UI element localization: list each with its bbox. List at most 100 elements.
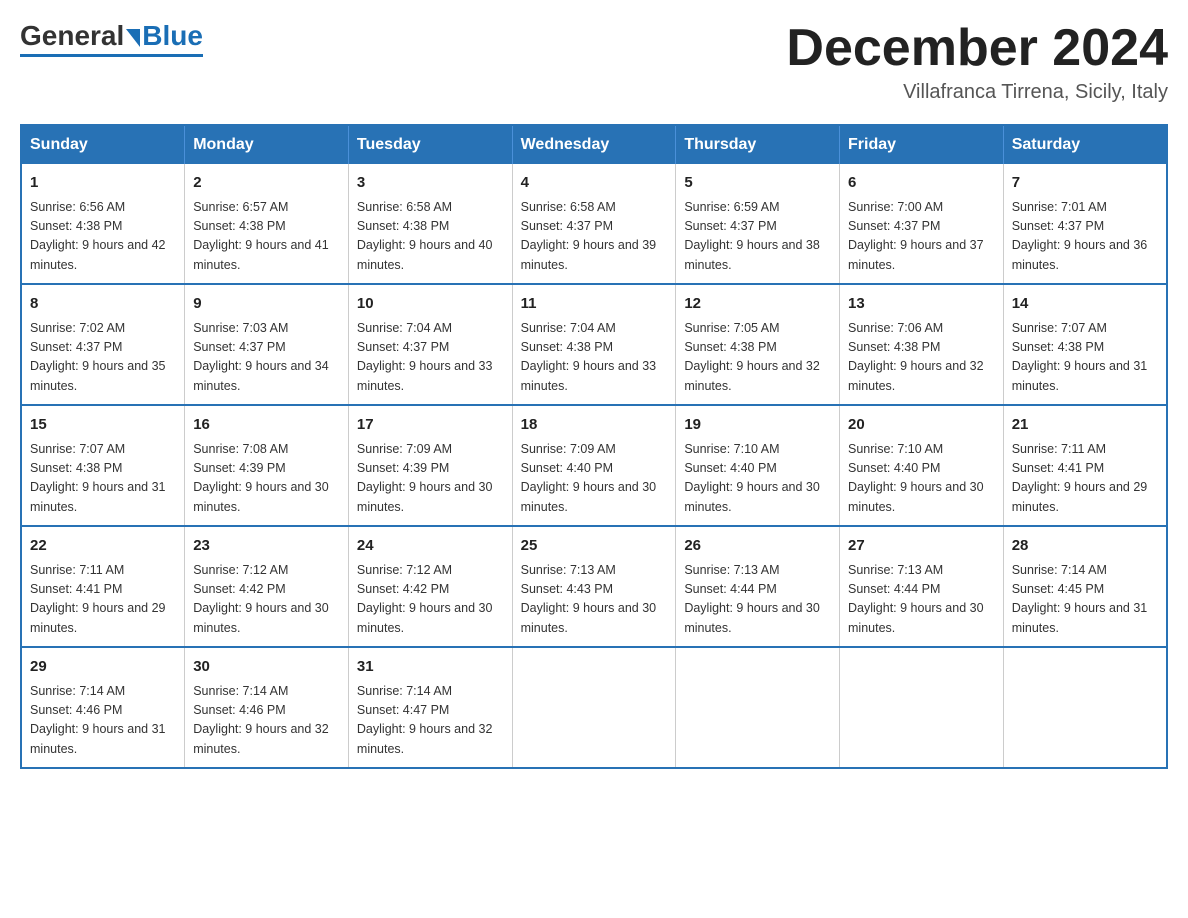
day-number: 7 — [1012, 172, 1158, 195]
calendar-week-row: 29Sunrise: 7:14 AMSunset: 4:46 PMDayligh… — [21, 647, 1167, 768]
calendar-week-row: 8 Sunrise: 7:02 AMSunset: 4:37 PMDaylight… — [21, 284, 1167, 405]
day-info: Sunrise: 7:03 AMSunset: 4:37 PMDaylight:… — [193, 319, 340, 397]
weekday-header-thursday: Thursday — [676, 125, 840, 164]
calendar-cell — [676, 647, 840, 768]
weekday-header-friday: Friday — [840, 125, 1004, 164]
calendar-cell: 27 Sunrise: 7:13 AMSunset: 4:44 PMDayligh… — [840, 526, 1004, 647]
day-info: Sunrise: 6:58 AMSunset: 4:37 PMDaylight:… — [521, 198, 668, 276]
day-number: 28 — [1012, 535, 1158, 558]
day-info: Sunrise: 7:13 AMSunset: 4:44 PMDaylight:… — [684, 561, 831, 639]
calendar-cell: 16Sunrise: 7:08 AMSunset: 4:39 PMDayligh… — [185, 405, 349, 526]
day-info: Sunrise: 7:11 AMSunset: 4:41 PMDaylight:… — [30, 561, 176, 639]
calendar-cell: 23Sunrise: 7:12 AMSunset: 4:42 PMDayligh… — [185, 526, 349, 647]
calendar-cell: 10 Sunrise: 7:04 AMSunset: 4:37 PMDayligh… — [348, 284, 512, 405]
day-number: 2 — [193, 172, 340, 195]
day-number: 3 — [357, 172, 504, 195]
calendar-cell — [1003, 647, 1167, 768]
calendar-cell — [840, 647, 1004, 768]
calendar-cell: 19 Sunrise: 7:10 AMSunset: 4:40 PMDayligh… — [676, 405, 840, 526]
day-info: Sunrise: 7:12 AMSunset: 4:42 PMDaylight:… — [357, 561, 504, 639]
location-subtitle: Villafranca Tirrena, Sicily, Italy — [786, 81, 1168, 104]
day-info: Sunrise: 7:11 AMSunset: 4:41 PMDaylight:… — [1012, 440, 1158, 518]
day-info: Sunrise: 7:08 AMSunset: 4:39 PMDaylight:… — [193, 440, 340, 518]
day-number: 12 — [684, 293, 831, 316]
day-info: Sunrise: 7:09 AMSunset: 4:39 PMDaylight:… — [357, 440, 504, 518]
calendar-cell: 3 Sunrise: 6:58 AMSunset: 4:38 PMDaylight… — [348, 164, 512, 284]
day-number: 5 — [684, 172, 831, 195]
day-number: 14 — [1012, 293, 1158, 316]
calendar-cell: 31 Sunrise: 7:14 AMSunset: 4:47 PMDayligh… — [348, 647, 512, 768]
calendar-cell: 13 Sunrise: 7:06 AMSunset: 4:38 PMDayligh… — [840, 284, 1004, 405]
day-number: 6 — [848, 172, 995, 195]
day-info: Sunrise: 7:13 AMSunset: 4:43 PMDaylight:… — [521, 561, 668, 639]
calendar-cell: 4Sunrise: 6:58 AMSunset: 4:37 PMDaylight… — [512, 164, 676, 284]
day-info: Sunrise: 7:07 AMSunset: 4:38 PMDaylight:… — [1012, 319, 1158, 397]
calendar-cell: 17Sunrise: 7:09 AMSunset: 4:39 PMDayligh… — [348, 405, 512, 526]
calendar-week-row: 1Sunrise: 6:56 AMSunset: 4:38 PMDaylight… — [21, 164, 1167, 284]
calendar-cell: 15 Sunrise: 7:07 AMSunset: 4:38 PMDayligh… — [21, 405, 185, 526]
day-number: 9 — [193, 293, 340, 316]
day-info: Sunrise: 7:09 AMSunset: 4:40 PMDaylight:… — [521, 440, 668, 518]
logo: General Blue — [20, 20, 203, 57]
weekday-header-saturday: Saturday — [1003, 125, 1167, 164]
day-info: Sunrise: 7:14 AMSunset: 4:45 PMDaylight:… — [1012, 561, 1158, 639]
calendar-cell: 2 Sunrise: 6:57 AMSunset: 4:38 PMDaylight… — [185, 164, 349, 284]
calendar-week-row: 22Sunrise: 7:11 AMSunset: 4:41 PMDayligh… — [21, 526, 1167, 647]
calendar-cell: 18 Sunrise: 7:09 AMSunset: 4:40 PMDayligh… — [512, 405, 676, 526]
day-number: 10 — [357, 293, 504, 316]
day-number: 11 — [521, 293, 668, 316]
day-info: Sunrise: 7:05 AMSunset: 4:38 PMDaylight:… — [684, 319, 831, 397]
calendar-cell: 14 Sunrise: 7:07 AMSunset: 4:38 PMDayligh… — [1003, 284, 1167, 405]
title-section: December 2024 Villafranca Tirrena, Sicil… — [786, 20, 1168, 104]
day-number: 30 — [193, 656, 340, 679]
calendar-cell: 24 Sunrise: 7:12 AMSunset: 4:42 PMDayligh… — [348, 526, 512, 647]
day-number: 21 — [1012, 414, 1158, 437]
weekday-header-tuesday: Tuesday — [348, 125, 512, 164]
day-info: Sunrise: 7:04 AMSunset: 4:38 PMDaylight:… — [521, 319, 668, 397]
day-info: Sunrise: 6:59 AMSunset: 4:37 PMDaylight:… — [684, 198, 831, 276]
day-info: Sunrise: 6:58 AMSunset: 4:38 PMDaylight:… — [357, 198, 504, 276]
day-number: 27 — [848, 535, 995, 558]
day-info: Sunrise: 7:12 AMSunset: 4:42 PMDaylight:… — [193, 561, 340, 639]
day-info: Sunrise: 7:02 AMSunset: 4:37 PMDaylight:… — [30, 319, 176, 397]
calendar-cell: 12 Sunrise: 7:05 AMSunset: 4:38 PMDayligh… — [676, 284, 840, 405]
calendar-cell: 22Sunrise: 7:11 AMSunset: 4:41 PMDayligh… — [21, 526, 185, 647]
logo-arrow-icon — [126, 29, 140, 47]
day-number: 20 — [848, 414, 995, 437]
day-info: Sunrise: 7:13 AMSunset: 4:44 PMDaylight:… — [848, 561, 995, 639]
calendar-cell: 11 Sunrise: 7:04 AMSunset: 4:38 PMDayligh… — [512, 284, 676, 405]
calendar-cell: 7 Sunrise: 7:01 AMSunset: 4:37 PMDaylight… — [1003, 164, 1167, 284]
calendar-cell: 26Sunrise: 7:13 AMSunset: 4:44 PMDayligh… — [676, 526, 840, 647]
day-number: 19 — [684, 414, 831, 437]
logo-blue-text: Blue — [142, 20, 203, 52]
day-info: Sunrise: 7:10 AMSunset: 4:40 PMDaylight:… — [848, 440, 995, 518]
calendar-cell: 8 Sunrise: 7:02 AMSunset: 4:37 PMDaylight… — [21, 284, 185, 405]
weekday-header-sunday: Sunday — [21, 125, 185, 164]
day-number: 8 — [30, 293, 176, 316]
day-info: Sunrise: 7:10 AMSunset: 4:40 PMDaylight:… — [684, 440, 831, 518]
day-number: 24 — [357, 535, 504, 558]
calendar-cell: 25 Sunrise: 7:13 AMSunset: 4:43 PMDayligh… — [512, 526, 676, 647]
day-number: 13 — [848, 293, 995, 316]
day-number: 15 — [30, 414, 176, 437]
day-info: Sunrise: 7:00 AMSunset: 4:37 PMDaylight:… — [848, 198, 995, 276]
calendar-week-row: 15 Sunrise: 7:07 AMSunset: 4:38 PMDayligh… — [21, 405, 1167, 526]
day-info: Sunrise: 6:56 AMSunset: 4:38 PMDaylight:… — [30, 198, 176, 276]
logo-underline — [20, 54, 203, 57]
day-info: Sunrise: 7:14 AMSunset: 4:46 PMDaylight:… — [30, 682, 176, 760]
day-number: 18 — [521, 414, 668, 437]
calendar-cell — [512, 647, 676, 768]
day-info: Sunrise: 7:04 AMSunset: 4:37 PMDaylight:… — [357, 319, 504, 397]
day-info: Sunrise: 7:06 AMSunset: 4:38 PMDaylight:… — [848, 319, 995, 397]
day-info: Sunrise: 7:14 AMSunset: 4:47 PMDaylight:… — [357, 682, 504, 760]
day-info: Sunrise: 7:01 AMSunset: 4:37 PMDaylight:… — [1012, 198, 1158, 276]
calendar-cell: 6 Sunrise: 7:00 AMSunset: 4:37 PMDaylight… — [840, 164, 1004, 284]
calendar-cell: 29Sunrise: 7:14 AMSunset: 4:46 PMDayligh… — [21, 647, 185, 768]
calendar-cell: 21 Sunrise: 7:11 AMSunset: 4:41 PMDayligh… — [1003, 405, 1167, 526]
day-info: Sunrise: 7:07 AMSunset: 4:38 PMDaylight:… — [30, 440, 176, 518]
calendar-header-row: SundayMondayTuesdayWednesdayThursdayFrid… — [21, 125, 1167, 164]
day-info: Sunrise: 6:57 AMSunset: 4:38 PMDaylight:… — [193, 198, 340, 276]
day-info: Sunrise: 7:14 AMSunset: 4:46 PMDaylight:… — [193, 682, 340, 760]
day-number: 25 — [521, 535, 668, 558]
day-number: 31 — [357, 656, 504, 679]
